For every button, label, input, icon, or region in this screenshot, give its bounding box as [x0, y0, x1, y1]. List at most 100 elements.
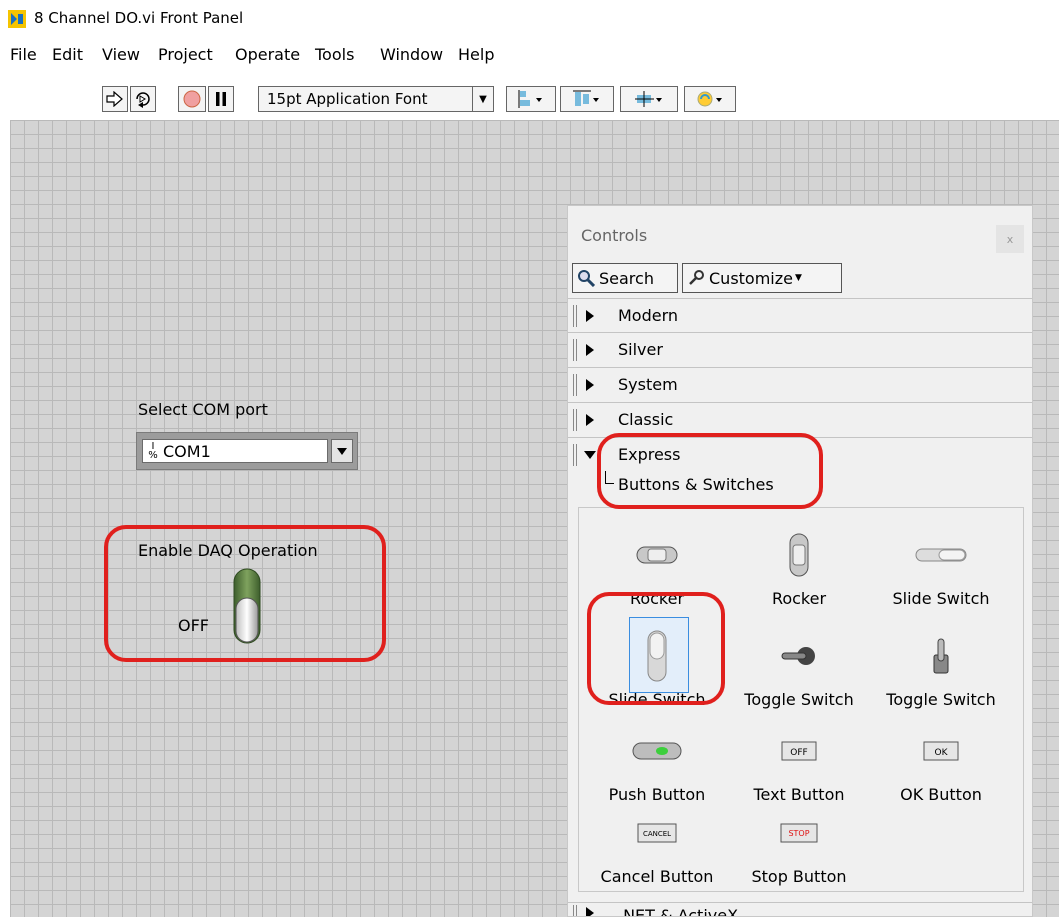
wrench-icon [689, 270, 704, 285]
align-objects-button[interactable] [506, 86, 556, 112]
menu-operate[interactable]: Operate [235, 45, 300, 64]
toolbar: 15pt Application Font ▼ [0, 80, 1059, 118]
run-continuously-icon [136, 92, 150, 108]
grip-icon [573, 409, 577, 431]
abort-button[interactable] [178, 86, 206, 112]
slide-switch-highlight [587, 592, 725, 705]
reorder-button[interactable] [684, 86, 736, 112]
font-selector[interactable]: 15pt Application Font ▼ [258, 86, 494, 112]
palette-item-label: Stop Button [751, 867, 847, 886]
text-button-glyph-text: OFF [790, 748, 807, 758]
stop-button-icon: STOP [780, 823, 818, 843]
palette-item-label: OK Button [900, 785, 982, 804]
category-system[interactable]: System [568, 367, 1032, 401]
vertical-rocker-icon [789, 533, 809, 577]
palette-item[interactable]: STOP Stop Button [729, 808, 869, 894]
menu-project[interactable]: Project [158, 45, 213, 64]
resize-objects-button[interactable] [620, 86, 678, 112]
com-port-value: COM1 [163, 441, 211, 461]
enable-daq-highlight [104, 525, 386, 662]
category-dotnet-activex[interactable]: .NET & ActiveX [568, 902, 1032, 917]
chevron-down-icon: ▼ [472, 87, 493, 111]
com-port-dropdown-button[interactable] [331, 439, 353, 463]
palette-item[interactable]: Toggle Switch [871, 631, 1011, 717]
com-port-field[interactable]: I % COM1 [142, 439, 328, 463]
push-button-icon [632, 742, 682, 760]
distribute-objects-icon [573, 90, 599, 106]
category-modern[interactable]: Modern [568, 298, 1032, 332]
palette-item-label: Push Button [608, 785, 706, 804]
collapse-triangle-icon [584, 451, 596, 459]
category-classic[interactable]: Classic [568, 402, 1032, 436]
palette-item-label: Text Button [753, 785, 845, 804]
expand-triangle-icon [586, 344, 594, 356]
visa-io-icon: I % [145, 442, 161, 461]
com-port-selector[interactable]: I % COM1 [136, 432, 358, 470]
run-continuously-button[interactable] [130, 86, 156, 112]
align-objects-icon [518, 90, 542, 108]
category-label: System [618, 375, 678, 394]
run-button[interactable] [102, 86, 128, 112]
search-label: Search [599, 268, 654, 288]
grip-icon [573, 374, 577, 396]
palette-customize-button[interactable]: Customize ▼ [682, 263, 842, 293]
palette-item[interactable]: Rocker [729, 530, 869, 616]
controls-palette: Controls x Search Customize ▼ Modern Sil… [567, 205, 1033, 917]
menu-view[interactable]: View [102, 45, 140, 64]
horizontal-slide-switch-icon [915, 548, 967, 562]
palette-item[interactable]: CANCEL Cancel Button [587, 808, 727, 894]
run-arrow-icon [106, 91, 123, 107]
pause-button[interactable] [208, 86, 234, 112]
distribute-objects-button[interactable] [560, 86, 614, 112]
menu-file[interactable]: File [10, 45, 37, 64]
category-label: Classic [618, 410, 674, 429]
menu-window[interactable]: Window [380, 45, 443, 64]
category-label: .NET & ActiveX [618, 906, 739, 917]
palette-item-label: Slide Switch [892, 589, 990, 608]
font-selector-value: 15pt Application Font [267, 90, 428, 108]
text-button-icon: OFF [781, 741, 817, 761]
grip-icon [573, 905, 577, 916]
stop-circle-icon [183, 90, 201, 108]
category-silver[interactable]: Silver [568, 332, 1032, 366]
search-icon [578, 270, 595, 287]
menu-tools[interactable]: Tools [315, 45, 354, 64]
expand-triangle-icon [586, 907, 594, 916]
com-port-label: Select COM port [138, 400, 268, 419]
expand-triangle-icon [586, 414, 594, 426]
palette-item[interactable]: Toggle Switch [729, 631, 869, 717]
labview-vi-icon [8, 10, 26, 28]
category-label: Modern [618, 306, 679, 325]
resize-objects-icon [635, 91, 662, 107]
customize-label: Customize [709, 268, 793, 288]
menu-help[interactable]: Help [458, 45, 494, 64]
palette-item[interactable]: OFF Text Button [729, 726, 869, 812]
horizontal-rocker-icon [636, 546, 678, 564]
palette-search-button[interactable]: Search [572, 263, 678, 293]
expand-triangle-icon [586, 310, 594, 322]
close-button[interactable]: x [996, 225, 1024, 253]
pause-icon [216, 92, 226, 106]
palette-title: Controls [581, 226, 648, 245]
reorder-icon [697, 91, 722, 107]
express-category-highlight [597, 433, 823, 509]
palette-item-label: Toggle Switch [744, 690, 854, 709]
expand-triangle-icon [586, 379, 594, 391]
horizontal-toggle-switch-icon [781, 647, 815, 665]
grip-icon [573, 305, 577, 327]
cancel-button-glyph-text: CANCEL [643, 830, 671, 838]
palette-item-label: Toggle Switch [886, 690, 996, 709]
palette-item-label: Cancel Button [600, 867, 714, 886]
title-bar: 8 Channel DO.vi Front Panel [0, 0, 1059, 40]
vertical-toggle-switch-icon [933, 638, 949, 674]
grip-icon [573, 444, 577, 466]
ok-button-icon: OK [923, 741, 959, 761]
grip-icon [573, 339, 577, 361]
palette-item[interactable]: OK OK Button [871, 726, 1011, 812]
menu-edit[interactable]: Edit [52, 45, 83, 64]
close-icon: x [1006, 232, 1014, 246]
window-title: 8 Channel DO.vi Front Panel [34, 9, 244, 27]
palette-item[interactable]: Slide Switch [871, 530, 1011, 616]
palette-item[interactable]: Push Button [587, 726, 727, 812]
visa-io-glyph-bottom: % [148, 450, 158, 461]
